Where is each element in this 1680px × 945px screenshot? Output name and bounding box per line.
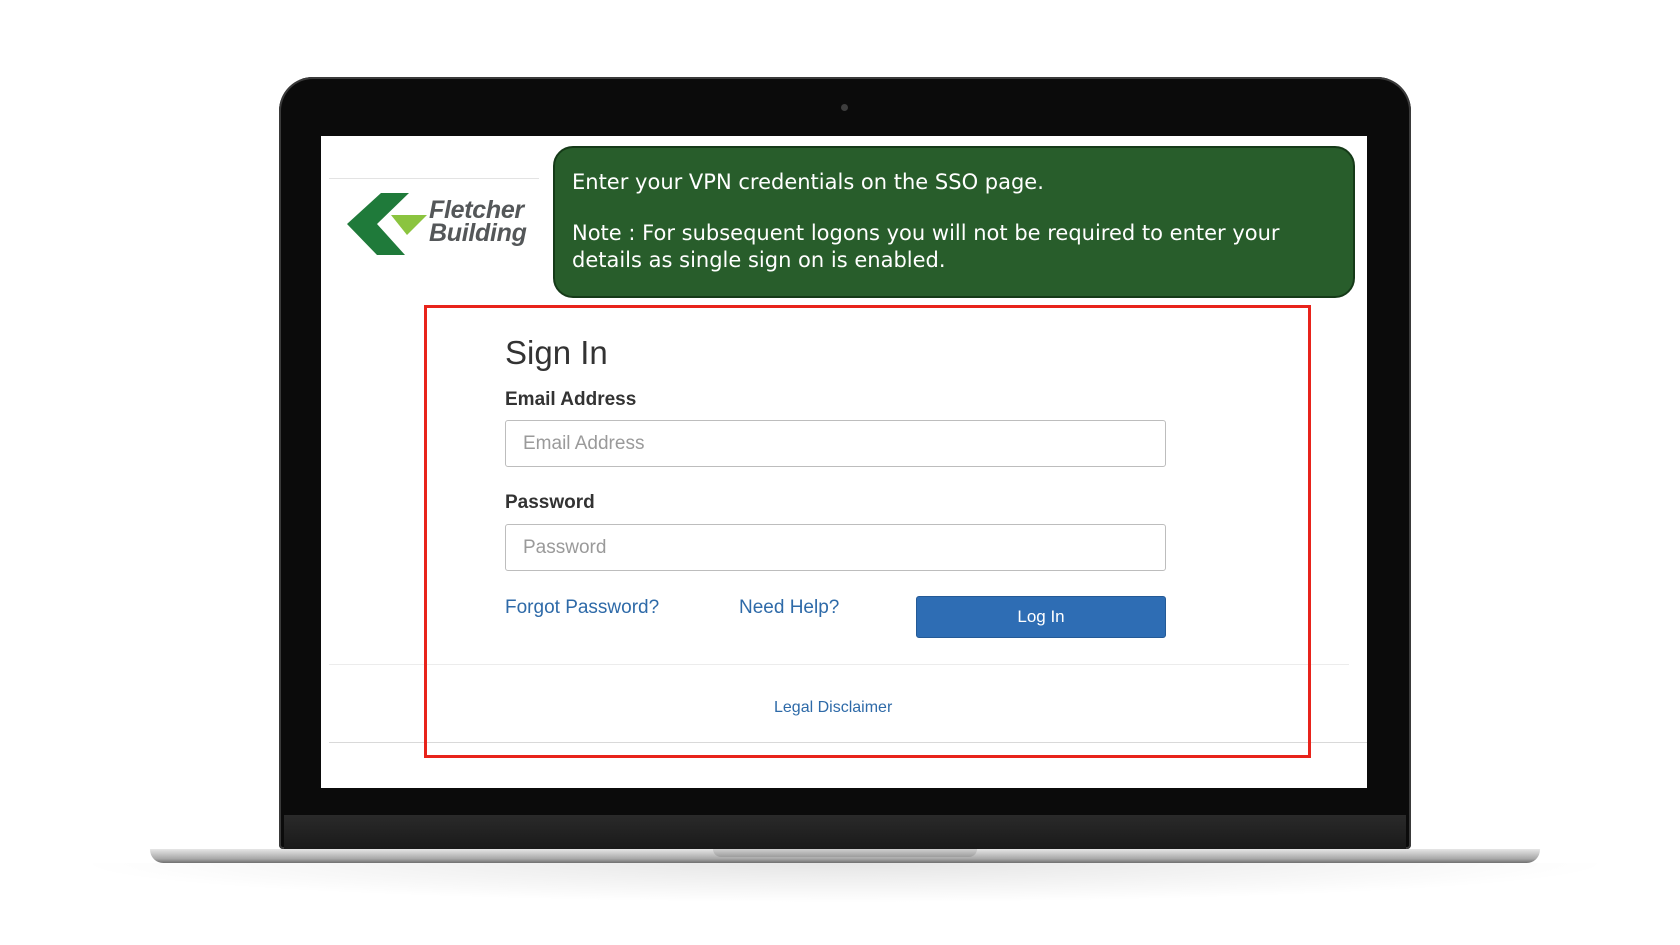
laptop-shadow	[70, 863, 1620, 903]
callout-note: Note : For subsequent logons you will no…	[572, 221, 1280, 272]
callout-line-1: Enter your VPN credentials on the SSO pa…	[572, 170, 1044, 194]
header-divider	[329, 178, 539, 179]
highlight-box	[424, 305, 1311, 758]
logo-line-2: Building	[429, 219, 527, 247]
stage: Fletcher Building Enter your VPN credent…	[0, 0, 1680, 945]
instruction-callout: Enter your VPN credentials on the SSO pa…	[553, 146, 1355, 298]
chevron-logo-icon	[347, 193, 427, 255]
logo-wordmark: Fletcher Building	[429, 198, 527, 247]
laptop-bezel-bottom	[284, 815, 1406, 849]
camera-icon	[841, 104, 848, 111]
laptop-base-notch	[713, 849, 977, 857]
fletcher-building-logo: Fletcher Building	[347, 191, 537, 263]
